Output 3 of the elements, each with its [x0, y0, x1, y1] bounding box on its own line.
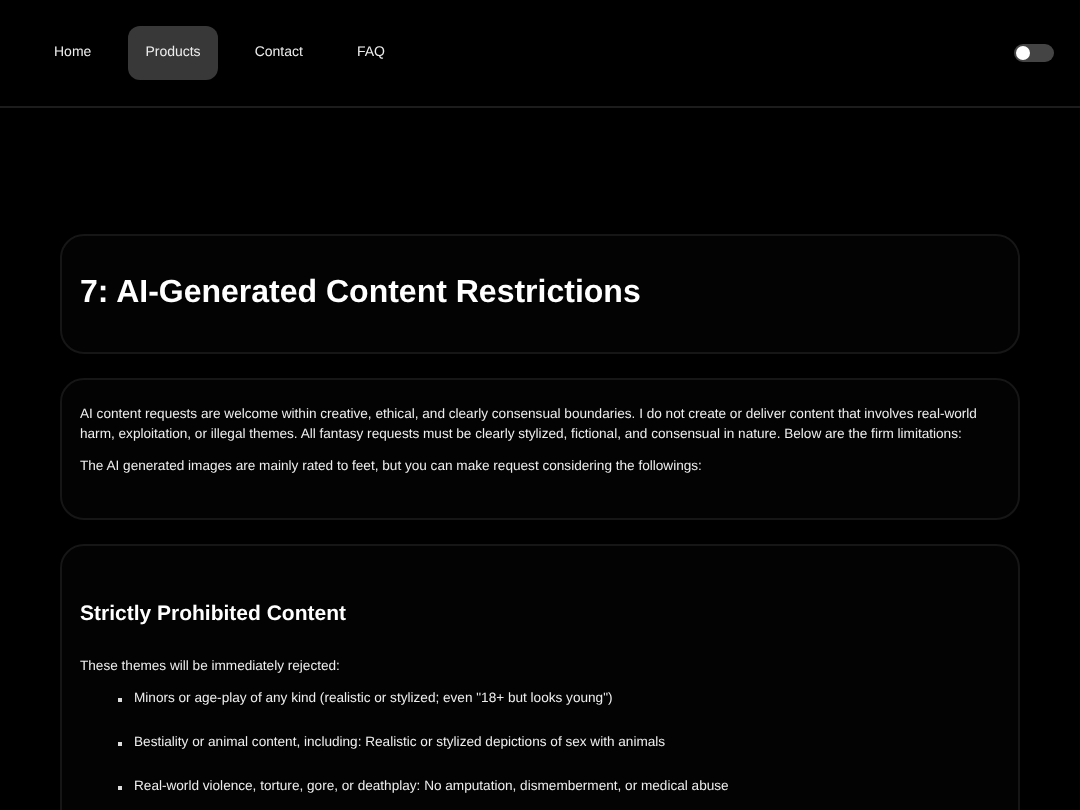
- section-heading: Strictly Prohibited Content: [80, 602, 349, 626]
- theme-toggle[interactable]: [1014, 44, 1054, 62]
- page-title: 7: AI-Generated Content Restrictions: [80, 276, 641, 312]
